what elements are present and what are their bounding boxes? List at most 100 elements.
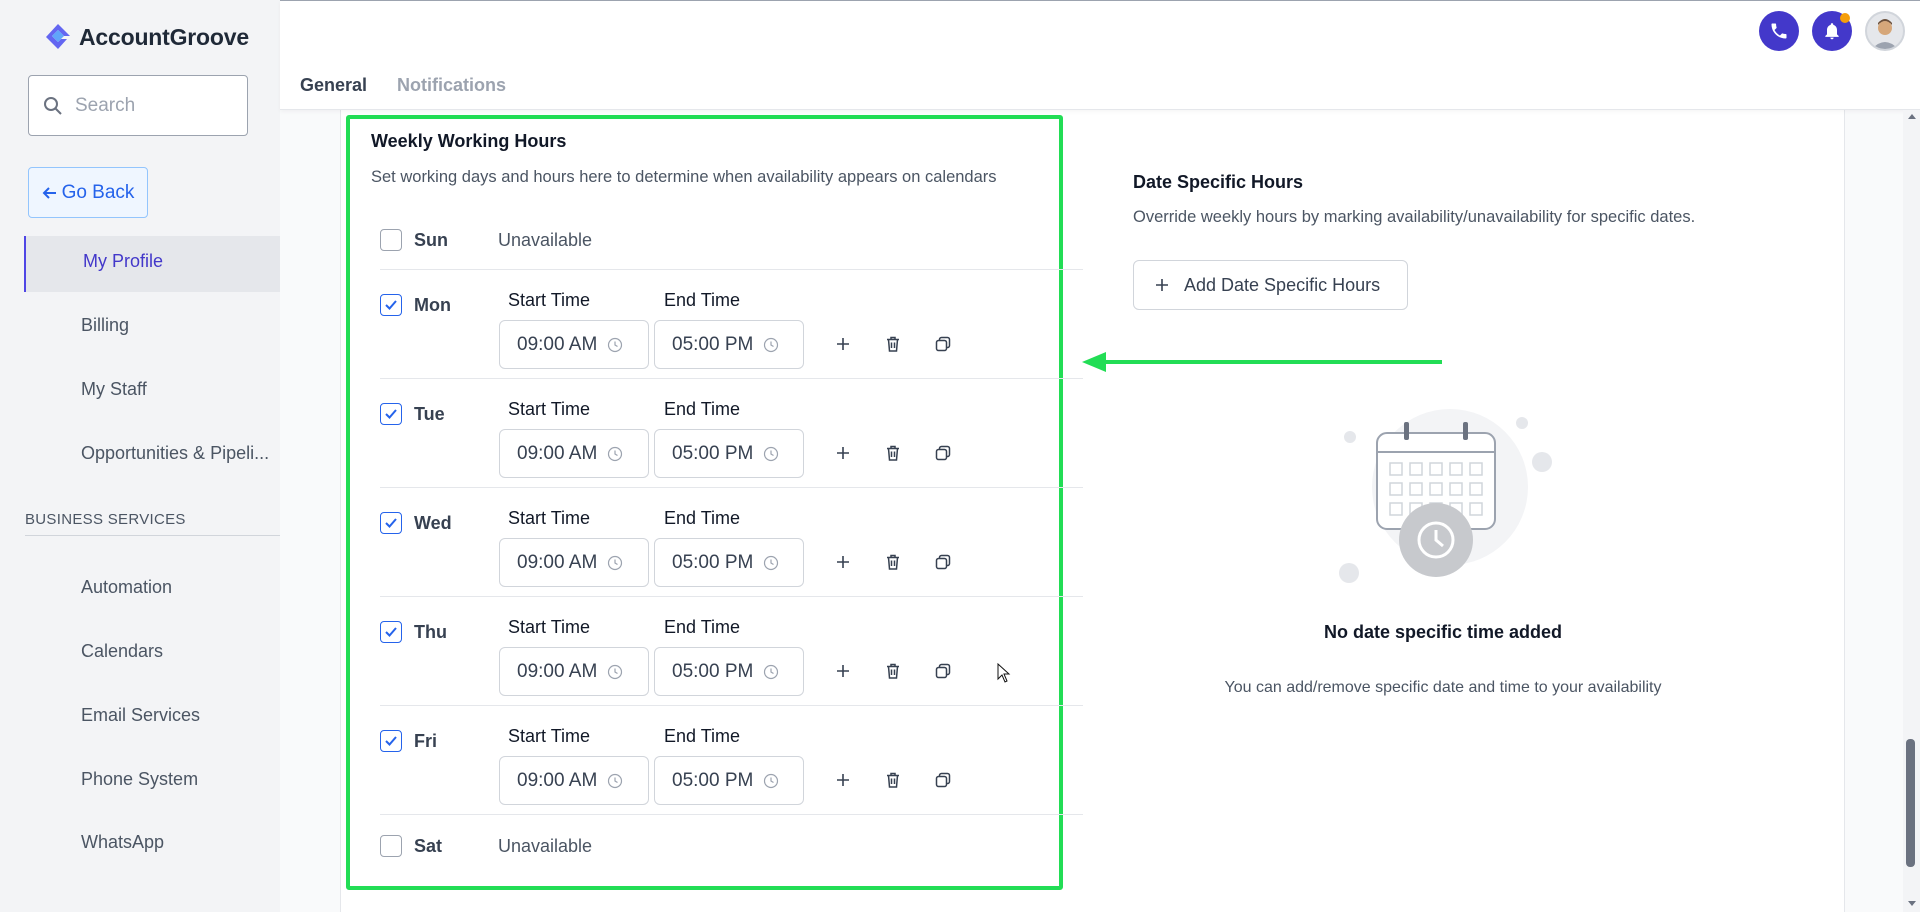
end-time-value: 05:00 PM bbox=[672, 442, 754, 464]
search-icon bbox=[44, 96, 62, 115]
day-checkbox-fri[interactable] bbox=[380, 730, 402, 752]
copy-button-fri[interactable] bbox=[931, 768, 955, 792]
start-time-input-tue[interactable]: 09:00 AM bbox=[499, 429, 649, 478]
mouse-cursor-icon bbox=[997, 663, 1011, 683]
end-time-input-wed[interactable]: 05:00 PM bbox=[654, 538, 804, 587]
trash-icon bbox=[887, 772, 899, 788]
sidebar-item-billing[interactable]: Billing bbox=[81, 315, 129, 336]
add-time-button-tue[interactable] bbox=[831, 441, 855, 465]
day-checkbox-sat[interactable] bbox=[380, 835, 402, 857]
notifications-button[interactable] bbox=[1812, 11, 1852, 51]
copy-button-thu[interactable] bbox=[931, 659, 955, 683]
day-checkbox-wed[interactable] bbox=[380, 512, 402, 534]
day-checkbox-sun[interactable] bbox=[380, 229, 402, 251]
end-time-input-mon[interactable]: 05:00 PM bbox=[654, 320, 804, 369]
day-checkbox-tue[interactable] bbox=[380, 403, 402, 425]
go-back-label: Go Back bbox=[61, 181, 135, 203]
add-time-button-mon[interactable] bbox=[831, 332, 855, 356]
end-time-input-fri[interactable]: 05:00 PM bbox=[654, 756, 804, 805]
start-time-label: Start Time bbox=[508, 726, 591, 746]
start-time-label: Start Time bbox=[508, 399, 591, 419]
tab-general[interactable]: General bbox=[300, 75, 367, 96]
unavailable-label-sat: Unavailable bbox=[498, 836, 593, 856]
account-groove-logo-icon bbox=[46, 24, 70, 49]
sidebar-item-calendars[interactable]: Calendars bbox=[81, 641, 163, 662]
tab-notifications[interactable]: Notifications bbox=[397, 75, 506, 96]
add-time-button-wed[interactable] bbox=[831, 550, 855, 574]
copy-button-mon[interactable] bbox=[931, 332, 955, 356]
sidebar-item-opportunities[interactable]: Opportunities & Pipeli... bbox=[81, 443, 269, 464]
top-border bbox=[280, 0, 1920, 1]
start-time-label: Start Time bbox=[508, 290, 591, 310]
delete-button-fri[interactable] bbox=[881, 768, 905, 792]
delete-button-wed[interactable] bbox=[881, 550, 905, 574]
add-time-button-thu[interactable] bbox=[831, 659, 855, 683]
weekly-hours-description: Set working days and hours here to deter… bbox=[371, 168, 997, 186]
day-row-sun: Sun Unavailable bbox=[380, 210, 1083, 270]
brand-name: AccountGroove bbox=[79, 23, 249, 50]
end-time-label: End Time bbox=[664, 726, 741, 746]
sidebar-item-automation[interactable]: Automation bbox=[81, 577, 172, 598]
day-row-sat: Sat Unavailable bbox=[380, 815, 1083, 875]
start-time-input-thu[interactable]: 09:00 AM bbox=[499, 647, 649, 696]
check-icon bbox=[385, 736, 397, 746]
copy-icon bbox=[935, 445, 951, 461]
start-time-value: 09:00 AM bbox=[517, 660, 598, 682]
clock-icon bbox=[764, 555, 779, 570]
sidebar-item-phone-system[interactable]: Phone System bbox=[81, 769, 198, 790]
clock-icon bbox=[608, 337, 623, 352]
check-icon bbox=[385, 300, 397, 310]
brand-logo[interactable]: AccountGroove bbox=[43, 22, 249, 52]
day-checkbox-thu[interactable] bbox=[380, 621, 402, 643]
avatar[interactable] bbox=[1865, 11, 1905, 51]
scrollbar-thumb[interactable] bbox=[1906, 739, 1915, 867]
delete-button-tue[interactable] bbox=[881, 441, 905, 465]
clock-icon bbox=[764, 773, 779, 788]
start-time-input-wed[interactable]: 09:00 AM bbox=[499, 538, 649, 587]
add-time-button-fri[interactable] bbox=[831, 768, 855, 792]
start-time-input-fri[interactable]: 09:00 AM bbox=[499, 756, 649, 805]
trash-icon bbox=[887, 663, 899, 679]
plus-icon bbox=[1156, 279, 1168, 291]
copy-button-wed[interactable] bbox=[931, 550, 955, 574]
calendar-clock-illustration-icon bbox=[1339, 409, 1552, 583]
sidebar-item-whatsapp[interactable]: WhatsApp bbox=[81, 832, 164, 853]
plus-icon bbox=[837, 447, 849, 459]
empty-state-title: No date specific time added bbox=[1323, 622, 1563, 642]
phone-button[interactable] bbox=[1759, 11, 1799, 51]
trash-icon bbox=[887, 336, 899, 352]
copy-icon bbox=[935, 554, 951, 570]
date-specific-description: Override weekly hours by marking availab… bbox=[1133, 208, 1696, 226]
sidebar-item-my-staff[interactable]: My Staff bbox=[81, 379, 147, 400]
clock-icon bbox=[764, 337, 779, 352]
date-specific-title: Date Specific Hours bbox=[1133, 172, 1304, 192]
start-time-input-mon[interactable]: 09:00 AM bbox=[499, 320, 649, 369]
start-time-value: 09:00 AM bbox=[517, 551, 598, 573]
day-checkbox-mon[interactable] bbox=[380, 294, 402, 316]
day-label-thu: Thu bbox=[414, 622, 447, 642]
delete-button-mon[interactable] bbox=[881, 332, 905, 356]
delete-button-thu[interactable] bbox=[881, 659, 905, 683]
sidebar-item-my-profile[interactable]: My Profile bbox=[83, 251, 163, 272]
day-row-wed: Wed Start Time End Time 09:00 AM 05:00 P… bbox=[380, 488, 1083, 597]
sidebar-item-email-services[interactable]: Email Services bbox=[81, 705, 200, 726]
end-time-input-thu[interactable]: 05:00 PM bbox=[654, 647, 804, 696]
end-time-input-tue[interactable]: 05:00 PM bbox=[654, 429, 804, 478]
check-icon bbox=[385, 627, 397, 637]
section-divider bbox=[25, 535, 280, 536]
clock-icon bbox=[764, 446, 779, 461]
empty-state-description: You can add/remove specific date and tim… bbox=[1224, 679, 1662, 696]
trash-icon bbox=[887, 554, 899, 570]
add-date-specific-hours-label: Add Date Specific Hours bbox=[1184, 274, 1381, 295]
scroll-up-icon bbox=[1908, 114, 1916, 119]
day-label-wed: Wed bbox=[414, 513, 452, 533]
go-back-button[interactable]: Go Back bbox=[28, 167, 148, 218]
weekly-hours-title: Weekly Working Hours bbox=[371, 131, 567, 151]
clock-icon bbox=[608, 773, 623, 788]
add-date-specific-hours-button[interactable]: Add Date Specific Hours bbox=[1133, 260, 1408, 310]
copy-button-tue[interactable] bbox=[931, 441, 955, 465]
search-input[interactable]: Search bbox=[28, 75, 248, 136]
plus-icon bbox=[837, 665, 849, 677]
day-row-tue: Tue Start Time End Time 09:00 AM 05:00 P… bbox=[380, 379, 1083, 488]
user-avatar-icon bbox=[1872, 19, 1898, 49]
